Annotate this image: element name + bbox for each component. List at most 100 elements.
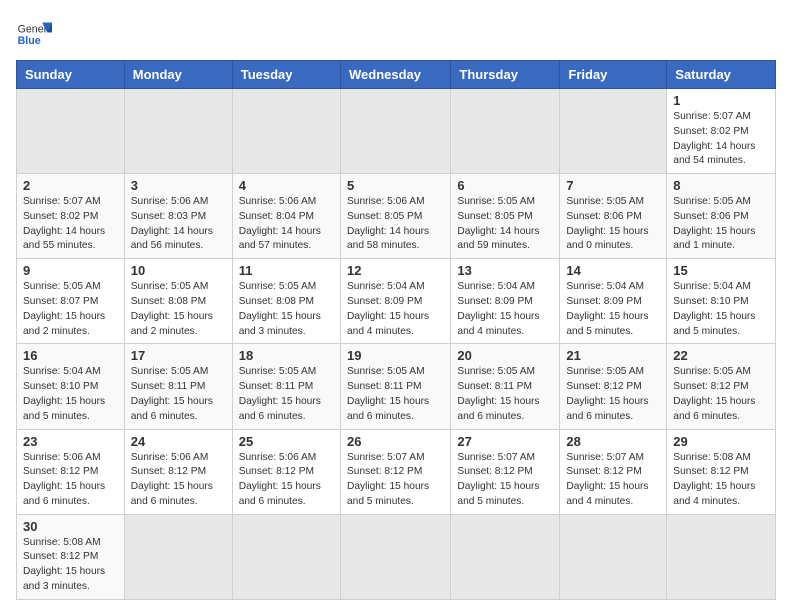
header-day-friday: Friday (560, 61, 667, 89)
day-number: 12 (347, 263, 444, 278)
day-number: 13 (457, 263, 553, 278)
calendar-day-cell: 20 Sunrise: 5:05 AMSunset: 8:11 PMDayligh… (451, 344, 560, 429)
day-info: Sunrise: 5:05 AMSunset: 8:08 PMDaylight:… (131, 280, 226, 339)
calendar-day-cell (340, 514, 450, 599)
calendar-week-row: 30Sunrise: 5:08 AMSunset: 8:12 PMDayligh… (17, 514, 776, 599)
day-number: 25 (239, 434, 334, 449)
day-number: 29 (673, 434, 769, 449)
day-number: 21 (566, 348, 660, 363)
day-info: Sunrise: 5:04 AMSunset: 8:09 PMDaylight:… (457, 280, 553, 339)
calendar-day-cell (451, 89, 560, 174)
calendar-week-row: 1 Sunrise: 5:07 AMSunset: 8:02 PMDaylight… (17, 89, 776, 174)
day-number: 20 (457, 348, 553, 363)
day-number: 9 (23, 263, 118, 278)
calendar-day-cell: 24 Sunrise: 5:06 AMSunset: 8:12 PMDayligh… (124, 429, 232, 514)
calendar-day-cell: 3 Sunrise: 5:06 AMSunset: 8:03 PMDaylight… (124, 174, 232, 259)
day-number: 15 (673, 263, 769, 278)
calendar-day-cell: 1 Sunrise: 5:07 AMSunset: 8:02 PMDaylight… (667, 89, 776, 174)
day-number: 14 (566, 263, 660, 278)
day-info: Sunrise: 5:06 AMSunset: 8:05 PMDaylight:… (347, 195, 444, 254)
calendar-day-cell (560, 89, 667, 174)
day-info: Sunrise: 5:08 AMSunset: 8:12 PMDaylight:… (673, 451, 769, 510)
header-day-thursday: Thursday (451, 61, 560, 89)
calendar-day-cell: 6 Sunrise: 5:05 AMSunset: 8:05 PMDaylight… (451, 174, 560, 259)
calendar-week-row: 9 Sunrise: 5:05 AMSunset: 8:07 PMDaylight… (17, 259, 776, 344)
header-day-saturday: Saturday (667, 61, 776, 89)
calendar-day-cell: 4Sunrise: 5:06 AMSunset: 8:04 PMDaylight… (232, 174, 340, 259)
day-info: Sunrise: 5:05 AMSunset: 8:11 PMDaylight:… (239, 365, 334, 424)
day-number: 23 (23, 434, 118, 449)
day-number: 27 (457, 434, 553, 449)
day-info: Sunrise: 5:04 AMSunset: 8:09 PMDaylight:… (347, 280, 444, 339)
day-number: 3 (131, 178, 226, 193)
day-info: Sunrise: 5:04 AMSunset: 8:10 PMDaylight:… (23, 365, 118, 424)
calendar-week-row: 16Sunrise: 5:04 AMSunset: 8:10 PMDayligh… (17, 344, 776, 429)
calendar-day-cell: 15 Sunrise: 5:04 AMSunset: 8:10 PMDayligh… (667, 259, 776, 344)
calendar-day-cell: 30Sunrise: 5:08 AMSunset: 8:12 PMDayligh… (17, 514, 125, 599)
day-info: Sunrise: 5:07 AMSunset: 8:02 PMDaylight:… (673, 110, 769, 169)
calendar-day-cell: 13 Sunrise: 5:04 AMSunset: 8:09 PMDayligh… (451, 259, 560, 344)
calendar-day-cell: 14 Sunrise: 5:04 AMSunset: 8:09 PMDayligh… (560, 259, 667, 344)
day-info: Sunrise: 5:04 AMSunset: 8:10 PMDaylight:… (673, 280, 769, 339)
calendar-day-cell: 8 Sunrise: 5:05 AMSunset: 8:06 PMDaylight… (667, 174, 776, 259)
logo-icon: General Blue (16, 16, 52, 52)
calendar-day-cell: 21Sunrise: 5:05 AMSunset: 8:12 PMDayligh… (560, 344, 667, 429)
day-info: Sunrise: 5:06 AMSunset: 8:12 PMDaylight:… (239, 451, 334, 510)
day-info: Sunrise: 5:05 AMSunset: 8:12 PMDaylight:… (673, 365, 769, 424)
day-number: 19 (347, 348, 444, 363)
day-number: 1 (673, 93, 769, 108)
day-info: Sunrise: 5:05 AMSunset: 8:11 PMDaylight:… (131, 365, 226, 424)
calendar-day-cell: 23 Sunrise: 5:06 AMSunset: 8:12 PMDayligh… (17, 429, 125, 514)
day-info: Sunrise: 5:04 AMSunset: 8:09 PMDaylight:… (566, 280, 660, 339)
calendar-day-cell (17, 89, 125, 174)
day-info: Sunrise: 5:05 AMSunset: 8:06 PMDaylight:… (673, 195, 769, 254)
day-number: 4 (239, 178, 334, 193)
day-info: Sunrise: 5:07 AMSunset: 8:12 PMDaylight:… (457, 451, 553, 510)
day-number: 26 (347, 434, 444, 449)
day-info: Sunrise: 5:05 AMSunset: 8:05 PMDaylight:… (457, 195, 553, 254)
day-number: 22 (673, 348, 769, 363)
day-number: 5 (347, 178, 444, 193)
day-info: Sunrise: 5:06 AMSunset: 8:12 PMDaylight:… (131, 451, 226, 510)
day-info: Sunrise: 5:05 AMSunset: 8:08 PMDaylight:… (239, 280, 334, 339)
day-number: 8 (673, 178, 769, 193)
day-info: Sunrise: 5:05 AMSunset: 8:06 PMDaylight:… (566, 195, 660, 254)
calendar-week-row: 2 Sunrise: 5:07 AMSunset: 8:02 PMDaylight… (17, 174, 776, 259)
day-number: 7 (566, 178, 660, 193)
calendar-week-row: 23 Sunrise: 5:06 AMSunset: 8:12 PMDayligh… (17, 429, 776, 514)
day-number: 11 (239, 263, 334, 278)
calendar-day-cell: 5 Sunrise: 5:06 AMSunset: 8:05 PMDaylight… (340, 174, 450, 259)
header-day-wednesday: Wednesday (340, 61, 450, 89)
logo: General Blue (16, 16, 52, 52)
day-number: 30 (23, 519, 118, 534)
calendar-header-row: SundayMondayTuesdayWednesdayThursdayFrid… (17, 61, 776, 89)
day-info: Sunrise: 5:07 AMSunset: 8:12 PMDaylight:… (347, 451, 444, 510)
day-info: Sunrise: 5:07 AMSunset: 8:02 PMDaylight:… (23, 195, 118, 254)
day-info: Sunrise: 5:06 AMSunset: 8:12 PMDaylight:… (23, 451, 118, 510)
day-number: 28 (566, 434, 660, 449)
calendar-day-cell: 28Sunrise: 5:07 AMSunset: 8:12 PMDayligh… (560, 429, 667, 514)
day-number: 17 (131, 348, 226, 363)
calendar-day-cell: 7 Sunrise: 5:05 AMSunset: 8:06 PMDaylight… (560, 174, 667, 259)
calendar-day-cell: 22 Sunrise: 5:05 AMSunset: 8:12 PMDayligh… (667, 344, 776, 429)
calendar-day-cell: 27 Sunrise: 5:07 AMSunset: 8:12 PMDayligh… (451, 429, 560, 514)
header-day-tuesday: Tuesday (232, 61, 340, 89)
calendar-day-cell: 16Sunrise: 5:04 AMSunset: 8:10 PMDayligh… (17, 344, 125, 429)
header-day-sunday: Sunday (17, 61, 125, 89)
calendar-day-cell: 9 Sunrise: 5:05 AMSunset: 8:07 PMDaylight… (17, 259, 125, 344)
day-number: 10 (131, 263, 226, 278)
day-info: Sunrise: 5:05 AMSunset: 8:11 PMDaylight:… (457, 365, 553, 424)
calendar-day-cell (124, 89, 232, 174)
header: General Blue (16, 16, 776, 52)
day-number: 24 (131, 434, 226, 449)
day-number: 6 (457, 178, 553, 193)
calendar-day-cell: 2 Sunrise: 5:07 AMSunset: 8:02 PMDaylight… (17, 174, 125, 259)
day-info: Sunrise: 5:05 AMSunset: 8:11 PMDaylight:… (347, 365, 444, 424)
day-number: 2 (23, 178, 118, 193)
calendar-day-cell: 26 Sunrise: 5:07 AMSunset: 8:12 PMDayligh… (340, 429, 450, 514)
day-info: Sunrise: 5:06 AMSunset: 8:03 PMDaylight:… (131, 195, 226, 254)
calendar-day-cell: 18Sunrise: 5:05 AMSunset: 8:11 PMDayligh… (232, 344, 340, 429)
calendar-day-cell: 19 Sunrise: 5:05 AMSunset: 8:11 PMDayligh… (340, 344, 450, 429)
day-info: Sunrise: 5:05 AMSunset: 8:07 PMDaylight:… (23, 280, 118, 339)
svg-text:Blue: Blue (18, 35, 41, 47)
